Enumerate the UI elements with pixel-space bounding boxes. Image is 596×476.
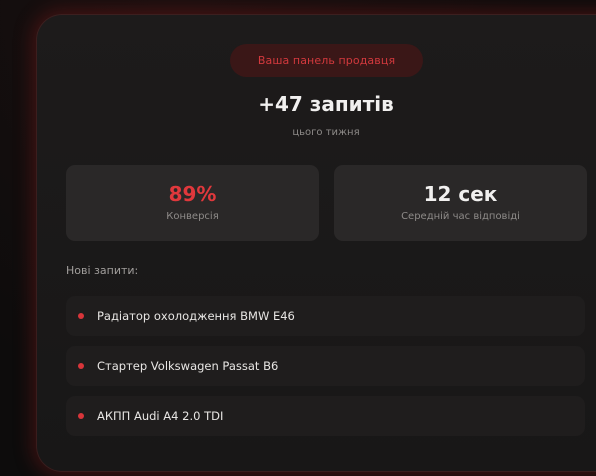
new-requests-title: Нові запити: — [66, 264, 139, 277]
seller-dashboard-screen: Ваша панель продавця +47 запитів цього т… — [0, 0, 596, 476]
conversion-value: 89% — [168, 182, 217, 206]
request-list-item[interactable]: Стартер Volkswagen Passat B6 — [66, 346, 585, 386]
request-item-text: АКПП Audi A4 2.0 TDI — [97, 409, 224, 423]
status-dot-icon — [78, 313, 84, 319]
panel-badge: Ваша панель продавця — [230, 44, 423, 77]
conversion-stat-card: 89% Конверсія — [66, 165, 319, 241]
request-item-text: Радіатор охолодження BMW E46 — [97, 309, 295, 323]
request-list-item[interactable]: Радіатор охолодження BMW E46 — [66, 296, 585, 336]
request-item-text: Стартер Volkswagen Passat B6 — [97, 359, 279, 373]
conversion-label: Конверсія — [166, 211, 219, 222]
response-time-value: 12 сек — [423, 182, 498, 206]
response-time-stat-card: 12 сек Середній час відповіді — [334, 165, 587, 241]
requests-period-label: цього тижня — [292, 127, 360, 138]
response-time-label: Середній час відповіді — [401, 211, 520, 222]
requests-count-headline: +47 запитів — [258, 92, 394, 116]
status-dot-icon — [78, 363, 84, 369]
request-list-item[interactable]: АКПП Audi A4 2.0 TDI — [66, 396, 585, 436]
status-dot-icon — [78, 413, 84, 419]
